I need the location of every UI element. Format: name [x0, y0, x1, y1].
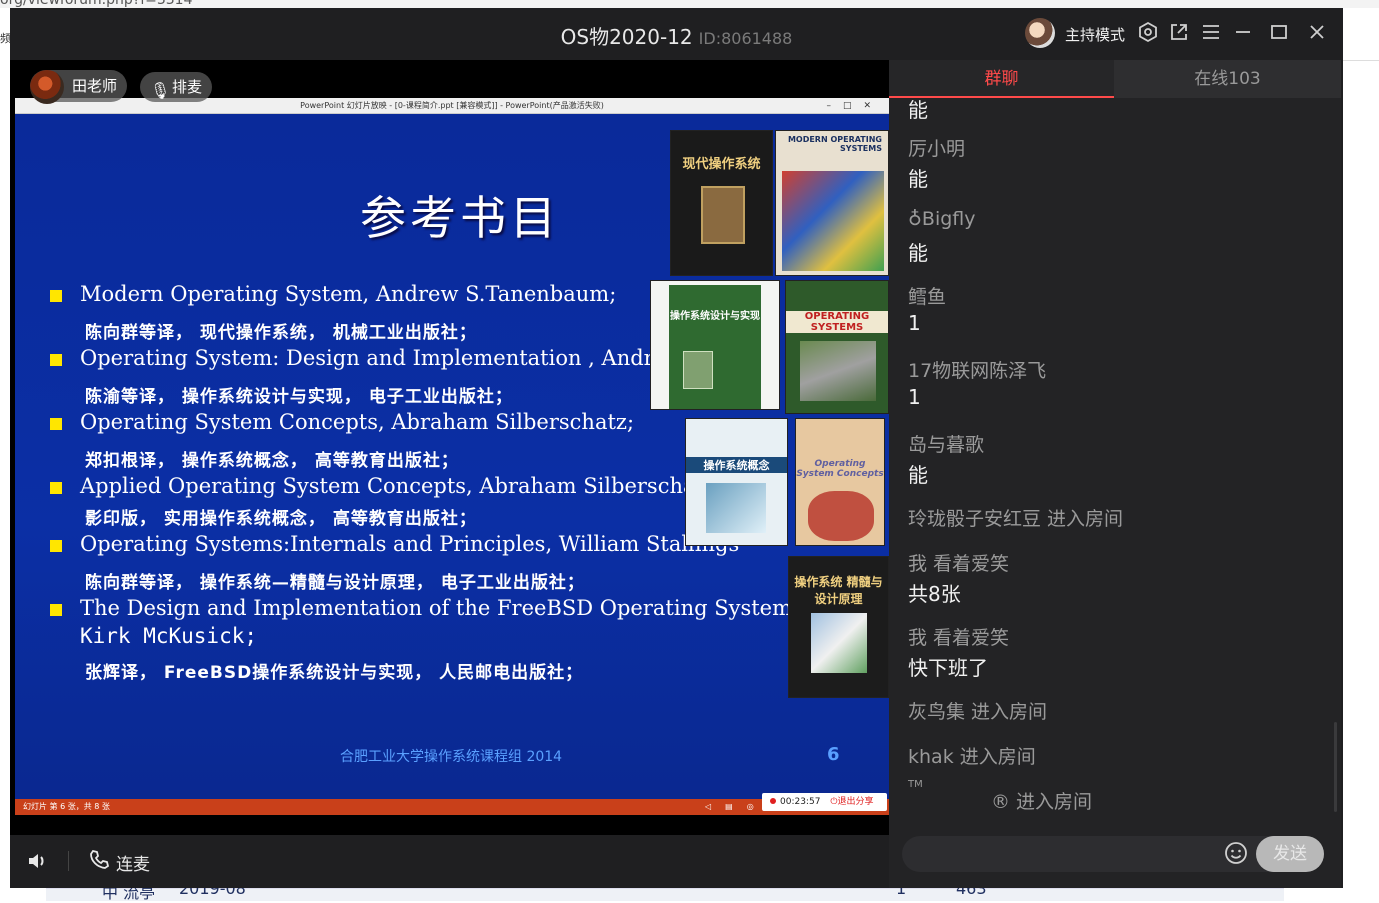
send-button[interactable]: 发送: [1256, 836, 1324, 872]
screen-share-chip: 00:23:57 ⏻退出分享: [762, 793, 887, 811]
maximize-icon[interactable]: [1267, 21, 1291, 45]
powerpoint-window-controls: –□✕: [826, 101, 883, 111]
slide-footer: 合肥工业大学操作系统课程组 2014: [340, 749, 563, 765]
popout-icon[interactable]: [1167, 21, 1191, 45]
presenter-name: 田老师: [72, 77, 118, 95]
recording-dot-icon: [770, 798, 776, 804]
powerpoint-titlebar: PowerPoint 幻灯片放映 - [0-课程简介.ppt [兼容模式]] -…: [15, 98, 889, 114]
chat-tabs: 群聊 在线103: [889, 60, 1341, 98]
mic-queue-button[interactable]: 🎙 排麦: [140, 72, 213, 102]
powerpoint-title: PowerPoint 幻灯片放映 - [0-课程简介.ppt [兼容模式]] -…: [300, 101, 604, 110]
book-2-cn: 陈渝等译， 操作系统设计与实现， 电子工业出版社；: [85, 387, 513, 407]
background-page-strip: [0, 0, 1379, 8]
book-1-cn: 陈向群等译， 现代操作系统， 机械工业出版社；: [85, 323, 477, 343]
phone-icon[interactable]: [88, 848, 110, 875]
chat-message-text: 能: [908, 241, 928, 265]
shared-screen: PowerPoint 幻灯片放映 - [0-课程简介.ppt [兼容模式]] -…: [10, 60, 889, 835]
chat-message-text: 能: [908, 463, 928, 487]
window-titlebar[interactable]: OS物2020-12 ID:8061488 主持模式: [10, 8, 1343, 60]
share-timer: 00:23:57: [780, 797, 821, 807]
menu-icon[interactable]: [1199, 21, 1223, 45]
room-id: ID:8061488: [698, 29, 793, 48]
book-4-en: Applied Operating System Concepts, Abrah…: [80, 474, 716, 498]
chat-message-text: 快下班了: [908, 656, 988, 680]
connect-mic-button[interactable]: 连麦: [116, 850, 150, 875]
presenter-tag[interactable]: 田老师: [30, 70, 128, 104]
classroom-window: OS物2020-12 ID:8061488 主持模式 PowerPoint 幻灯片…: [10, 8, 1343, 888]
book-cover-os-concepts-cn: 操作系统概念: [685, 418, 788, 546]
chat-sender: 厉小明: [908, 138, 966, 160]
chat-sender: ♁Bigfly: [908, 208, 976, 230]
slide-count: 幻灯片 第 6 张，共 8 张: [23, 802, 110, 811]
volume-icon[interactable]: [26, 849, 50, 879]
book-5-en: Operating Systems:Internals and Principl…: [80, 532, 740, 556]
chat-sender: 鳕鱼: [908, 286, 947, 308]
exit-share-button[interactable]: ⏻退出分享: [830, 797, 873, 807]
mic-queue-label: 排麦: [172, 78, 203, 96]
microphone-icon: 🎙: [150, 81, 171, 100]
bullet-icon: [50, 482, 62, 494]
chat-system-notice-tm: TM: [908, 779, 923, 790]
bullet-icon: [50, 354, 62, 366]
room-name: OS物2020-12: [560, 25, 693, 49]
chat-system-notice: 灰鸟集 进入房间: [908, 701, 1048, 723]
book-6-cn: 张辉译， FreeBSD操作系统设计与实现， 人民邮电出版社；: [85, 663, 584, 683]
slide-title: 参考书目: [360, 191, 560, 245]
book-6-en: The Design and Implementation of the Fre…: [80, 596, 799, 620]
book-cover-stallings-cn: 操作系统 精髓与设计原理: [788, 556, 889, 698]
background-url: org/viewforum.php?f=3314: [0, 0, 193, 8]
book-5-cn: 陈向群等译， 操作系统—精髓与设计原理， 电子工业出版社；: [85, 573, 585, 593]
chat-system-notice: khak 进入房间: [908, 746, 1036, 768]
slide: 参考书目 Modern Operating System, Andrew S.T…: [15, 114, 889, 799]
chat-system-notice: ® 进入房间: [991, 791, 1093, 813]
book-cover-os-design-en: OPERATING SYSTEMS: [785, 280, 889, 414]
powerpoint-statusbar: 幻灯片 第 6 张，共 8 张 ◁▤◎: [15, 799, 889, 815]
tab-online-users[interactable]: 在线103: [1114, 60, 1341, 98]
host-mode-label[interactable]: 主持模式: [1065, 24, 1125, 45]
book-cover-modern-os-cn: 现代操作系统: [670, 130, 773, 276]
close-icon[interactable]: [1305, 21, 1329, 45]
tab-group-chat[interactable]: 群聊: [889, 60, 1114, 98]
slideshow-nav-icons[interactable]: ◁▤◎: [705, 799, 768, 815]
book-cover-modern-os-en: MODERN OPERATING SYSTEMS: [775, 130, 889, 276]
book-3-cn: 郑扣根译， 操作系统概念， 高等教育出版社；: [85, 451, 459, 471]
book-4-cn: 影印版， 实用操作系统概念， 高等教育出版社；: [85, 509, 477, 529]
presenter-avatar: [30, 70, 64, 104]
book-cover-os-concepts-en: Operating System Concepts: [795, 418, 885, 546]
book-cover-os-design-cn: 操作系统设计与实现: [650, 280, 780, 410]
book-2-en: Operating System: Design and Implementat…: [80, 346, 685, 370]
chat-sender: 17物联网陈泽飞: [908, 360, 1047, 382]
bullet-icon: [50, 418, 62, 430]
minimize-icon[interactable]: [1231, 21, 1255, 45]
chat-message-text: 1: [908, 385, 921, 409]
background-divider: [1343, 60, 1379, 61]
chat-scrollbar[interactable]: [1334, 722, 1337, 812]
background-forum-row[interactable]: 中 流亭 2019-08 1 463: [46, 879, 1284, 902]
chat-message-list[interactable]: 能 厉小明 能 ♁Bigfly 能 鳕鱼 1 17物联网陈泽飞 1 岛与暮歌 能…: [889, 98, 1341, 828]
book-1-en: Modern Operating System, Andrew S.Tanenb…: [80, 282, 617, 306]
chat-input-box[interactable]: 发送: [902, 836, 1324, 872]
bullet-icon: [50, 604, 62, 616]
settings-hex-icon[interactable]: [1136, 21, 1160, 45]
chat-system-notice: 玲珑骰子安红豆 进入房间: [908, 508, 1124, 530]
control-divider: [68, 851, 69, 871]
chat-sender: 我 看着爱笑: [908, 627, 1010, 649]
chat-panel: 群聊 在线103 能 厉小明 能 ♁Bigfly 能 鳕鱼 1 17物联网陈泽飞…: [889, 60, 1341, 888]
chat-message-text: 共8张: [908, 582, 961, 606]
slide-number: 6: [827, 744, 840, 765]
chat-message-text: 1: [908, 311, 921, 335]
chat-sender: 我 看着爱笑: [908, 553, 1010, 575]
host-avatar[interactable]: [1025, 18, 1055, 48]
book-3-en: Operating System Concepts, Abraham Silbe…: [80, 410, 635, 434]
bullet-icon: [50, 290, 62, 302]
emoji-icon[interactable]: [1224, 841, 1248, 865]
control-bar: 连麦: [10, 835, 889, 888]
chat-message-text: 能: [908, 98, 928, 122]
chat-message-text: 能: [908, 167, 928, 191]
chat-sender: 岛与暮歌: [908, 434, 985, 456]
bullet-icon: [50, 540, 62, 552]
book-6-en-author: Kirk McKusick;: [80, 624, 258, 648]
